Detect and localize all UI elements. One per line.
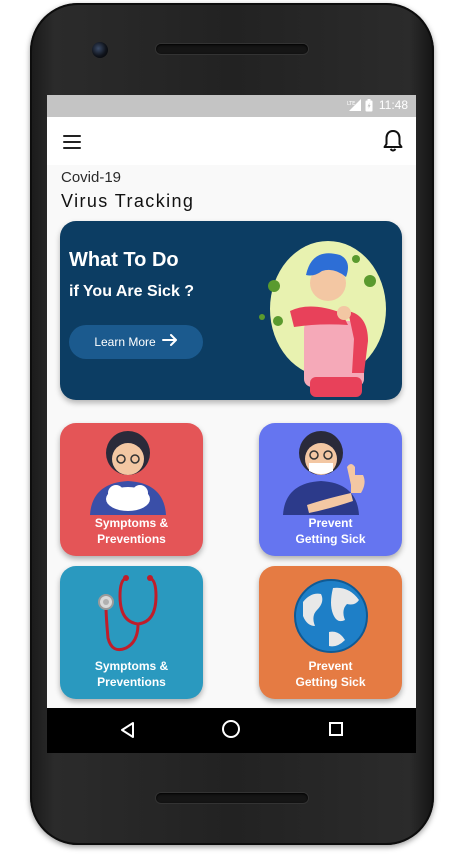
page-subtitle: Covid-19 [61, 169, 122, 186]
banner-subheading: if You Are Sick ? [69, 283, 195, 300]
menu-icon[interactable] [63, 135, 81, 149]
card-symptoms-preventions[interactable]: Symptoms & Preventions [60, 423, 203, 556]
card-prevent-getting-sick[interactable]: Prevent Getting Sick [259, 423, 402, 556]
sick-person-illustration [250, 231, 400, 397]
learn-more-button[interactable]: Learn More [69, 325, 203, 359]
bottom-speaker [156, 793, 308, 803]
card-label: Prevent Getting Sick [295, 659, 366, 689]
learn-more-label: Learn More [94, 335, 156, 349]
front-camera [92, 42, 108, 58]
card-prevent-getting-sick-2[interactable]: Prevent Getting Sick [259, 566, 402, 699]
lte-signal-icon: LTE [347, 99, 361, 111]
sick-info-banner[interactable]: What To Do if You Are Sick ? Learn More [60, 221, 402, 400]
arrow-right-icon [161, 334, 178, 350]
status-time: 11:48 [378, 98, 408, 112]
card-symptoms-preventions-2[interactable]: Symptoms & Preventions [60, 566, 203, 699]
system-nav-bar [47, 708, 416, 753]
battery-icon [365, 98, 373, 112]
status-bar: LTE 11:48 [47, 95, 416, 117]
recents-icon[interactable] [329, 722, 343, 736]
card-label: Symptoms & Preventions [94, 659, 169, 689]
earpiece-speaker [156, 44, 308, 54]
svg-text:LTE: LTE [347, 101, 355, 107]
app-bar [47, 117, 416, 165]
main-content: Covid-19 Virus Tracking What To Do if Yo… [47, 165, 416, 708]
page-title: Virus Tracking [61, 191, 195, 211]
card-label: Symptoms & Preventions [94, 516, 169, 546]
home-icon[interactable] [222, 720, 240, 738]
app-screen: Covid-19 Virus Tracking What To Do if Yo… [47, 117, 416, 708]
card-label: Prevent Getting Sick [295, 516, 366, 546]
back-icon[interactable] [119, 721, 137, 739]
screen: LTE 11:48 Covid-19 Virus Tracking What T… [47, 95, 416, 753]
banner-heading: What To Do [69, 249, 179, 271]
bell-icon[interactable] [382, 129, 404, 153]
